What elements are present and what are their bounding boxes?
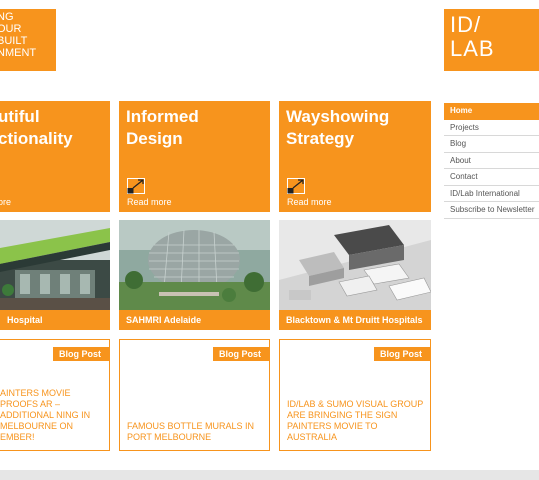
logo-tagline-line: BUILT [0,35,28,47]
feature-tile-wayshowing-strategy[interactable]: Wayshowing Strategy Read more [279,101,431,212]
logo-line: ID/ [450,12,482,37]
project-caption[interactable]: SAHMRI Adelaide [119,310,270,330]
blog-post-title[interactable]: ID/LAB & SUMO VISUAL GROUP ARE BRINGING … [287,399,426,443]
read-more-link[interactable]: Read more [287,197,332,207]
blog-post-badge: Blog Post [213,347,269,361]
blog-post-badge: Blog Post [374,347,430,361]
nav-item-home[interactable]: Home [444,103,539,120]
footer-bar [0,470,539,480]
tile-title-line2: ctionality [0,129,73,148]
idlab-logo[interactable]: ID/ LAB [444,9,539,71]
nav-item-contact[interactable]: Contact [444,169,539,186]
tile-title-line1: Wayshowing [286,107,390,126]
nav-item-projects[interactable]: Projects [444,120,539,136]
feature-tile-functionality[interactable]: utiful ctionality ore [0,101,110,212]
read-more-link[interactable]: ore [0,197,11,207]
tile-title-line2: Design [126,129,183,148]
tile-title-line2: Strategy [286,129,355,148]
project-image-hospital[interactable] [0,220,110,310]
feature-tile-informed-design[interactable]: Informed Design Read more [119,101,270,212]
blog-post-title[interactable]: FAMOUS BOTTLE MURALS IN PORT MELBOURNE [127,421,265,443]
expand-arrow-icon [127,178,145,194]
nav-item-idlab-international[interactable]: ID/Lab International [444,186,539,202]
project-caption[interactable]: Hospital [0,310,110,330]
project-caption[interactable]: Blacktown & Mt Druitt Hospitals [279,310,431,330]
nav-item-blog[interactable]: Blog [444,136,539,153]
blacktown-hospital-model-image [279,220,431,310]
logo-line: LAB [450,36,495,61]
expand-arrow-icon [287,178,305,194]
blog-post-badge: Blog Post [53,347,109,361]
nav-item-subscribe-newsletter[interactable]: Subscribe to Newsletter [444,202,539,219]
logo-tagline-line: NMENT [0,47,37,59]
blog-post-card[interactable]: Blog Post FAMOUS BOTTLE MURALS IN PORT M… [119,339,270,451]
project-image-sahmri[interactable] [119,220,270,310]
sahmri-building-image [119,220,270,310]
project-image-blacktown[interactable] [279,220,431,310]
blog-post-title[interactable]: AINTERS MOVIE PROOFS AR – ADDITIONAL NIN… [0,388,105,443]
nav-item-about[interactable]: About [444,153,539,169]
hospital-interior-image [0,220,110,310]
main-nav: Home Projects Blog About Contact ID/Lab … [444,103,539,219]
logo-tagline[interactable]: NG OUR BUILT NMENT [0,9,56,71]
tile-title-line1: utiful [0,107,40,126]
logo-tagline-line: NG [0,11,14,23]
logo-tagline-line: OUR [0,23,22,35]
blog-post-card[interactable]: Blog Post ID/LAB & SUMO VISUAL GROUP ARE… [279,339,431,451]
read-more-link[interactable]: Read more [127,197,172,207]
tile-title-line1: Informed [126,107,199,126]
blog-post-card[interactable]: Blog Post AINTERS MOVIE PROOFS AR – ADDI… [0,339,110,451]
